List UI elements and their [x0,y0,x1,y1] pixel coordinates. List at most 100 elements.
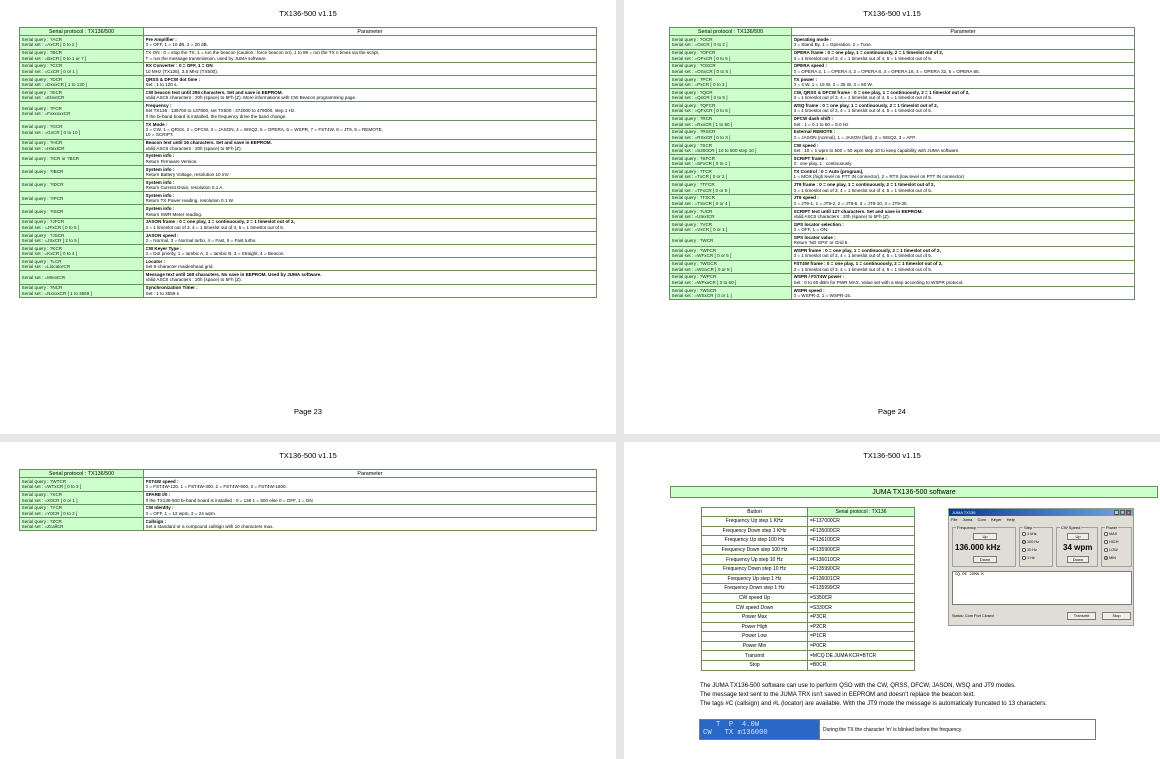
parameter-description: Set : 1 to 3559 s [145,290,179,296]
menu-juma[interactable]: Juma [963,517,973,522]
serial-command-line: Serial set : =BxCR [ 0 to 1 or 7 ] [21,55,87,61]
serial-command-cell: Serial query : ?QCR Serial set : =QxCR [ … [669,88,792,103]
power-group: Power MAX HIGH LOW MIN [1101,525,1132,567]
parameter-cell: System info : Return SWR Meter reading. [143,204,597,219]
parameter-description: Valid ASCII characters : 20h (space) to … [145,95,357,101]
table-row: Serial query : ?LCR Serial set : =Llocato… [19,257,597,272]
menu-help[interactable]: Help [1007,517,1015,522]
serial-command-line: Serial set : =MtextCR [21,274,66,280]
parameter-description: T = run the message transmission, used b… [145,55,267,61]
lcd-display: T P 4.0W CW TX m136000 [700,720,820,739]
parameter-cell: GPS locator selection :0 = OFF, 1 = ON. [791,219,1135,235]
table-row: Serial query : ?FCR Serial set : =Fxxxxxx… [19,101,597,121]
parameter-description: 0 : one play, 1 : continuously. [793,161,853,167]
table-row: Serial query : ?OCR Serial set : =OxCR [ … [669,35,1135,50]
table-row: Serial query : ?SFCR Serial set : =SFxCR … [669,154,1135,169]
serial-command-cell: =MCQ DE JUMA KCR=BTCR [807,650,915,661]
cw-speed-up-button[interactable]: Up [1067,533,1089,540]
step-100hz-radio[interactable]: 100 Hz [1022,540,1039,545]
table-row: Frequency Down step 1 KHz =F135000CR [701,525,915,537]
serial-command-cell: =F135999CR [807,583,915,594]
button-name-cell: Frequency Up step 100 Hz [701,535,808,546]
serial-command-cell: =P3CR [807,611,915,623]
serial-command-cell: Serial query : ?WGCR Serial set : =WGxCR … [669,259,792,274]
parameter-cell: GPS locator value : Return 'NO GPS' or Gr… [791,233,1135,248]
parameter-cell: Operating mode :0 = Stand By, 1 = Operat… [791,35,1135,50]
menu-file[interactable]: File [951,517,957,522]
page-header: TX136-500 v1.15 [279,9,337,18]
parameter-cell: SCRIPT text until 127 characters. Set an… [791,206,1135,222]
table-row: Serial query : ?OFCR Serial set : =OFxCR … [669,48,1135,63]
stop-button[interactable]: Stop [1102,612,1131,620]
serial-command-cell: Serial query : ?NCR Serial set : =NxxxxCR… [19,283,144,298]
serial-command-cell: Serial query : ?TCR Serial set : =TxCR [ … [669,167,792,182]
parameter-cell: Callsign : Set a standard or a compound c… [143,516,597,532]
serial-command-line: Serial query : ?IDCR [21,182,64,188]
step-1hz-radio[interactable]: 1 Hz [1022,556,1035,561]
serial-command-line: Serial set : =KxCR [ 0 to 4 ] [21,251,78,257]
page-24: TX136-500 v1.15 Serial protocol : TX136/… [624,0,1160,434]
serial-command-cell: Serial query : ?BCR Serial set : =BxCR [ … [19,48,144,63]
cw-speed-down-button[interactable]: Down [1067,556,1089,563]
power-min-radio[interactable]: MIN [1104,556,1116,561]
serial-command-line: Serial query : ?ICR or ?BCR [21,156,80,162]
serial-command-cell: Serial query : ?OCR Serial set : =OxCR [ … [669,35,792,50]
power-high-radio[interactable]: HIGH [1104,540,1119,545]
serial-command-cell: Serial query : ?PCR Serial set : =PxCR [ … [669,74,792,90]
serial-command-cell: Serial query : ?DCR Serial set : =DxxxCR … [19,74,144,90]
table-row: CW speed Down =S330CR [701,602,915,613]
parameter-description: Set : 1 = 0.1 to 50 = 5.0 Hz [793,121,849,127]
window-titlebar: JUMA TX136 _ □ × [949,509,1133,516]
serial-command-cell: Serial query : ?TSCR Serial set : =TSxCR … [669,193,792,208]
serial-command-line: Serial set : =TxCR [ 0 or 2 ] [671,174,728,180]
cw-speed-value: 34 wpm [1063,543,1093,552]
table-row: Serial query : ?WPCR Serial set : =WPxxCR… [669,272,1135,287]
close-icon[interactable]: × [1126,510,1131,515]
parameter-cell: CW Identity :0 = OFF, 1 = 12 wpm, 2 = 24… [143,503,597,518]
menu-keyer[interactable]: Keyer [991,517,1001,522]
parameter-cell: WSQ frame : 0 = one play, 1 = continuous… [791,101,1135,116]
parameter-description: 0 = WSPR-2, 1 = WSPR-15. [793,293,852,299]
step-10hz-radio[interactable]: 10 Hz [1022,548,1037,553]
serial-command-line: Serial set : =UtextCR [671,213,715,219]
serial-command-cell: =P2CR [807,621,915,633]
table-row: Serial query : ?WTCR Serial set : =WTxCR … [19,477,597,492]
serial-command-line: Serial query : ?WCR [671,237,714,243]
transmit-button[interactable]: Transmit [1067,612,1096,620]
step-1khz-radio[interactable]: 1 kHz [1022,532,1037,537]
serial-command-cell: =F135900CR [807,544,915,556]
column-header-serial: Serial protocol : TX136/500 [669,26,792,37]
serial-command-cell: =F137000CR [807,516,915,527]
menu-com[interactable]: Com [977,517,985,522]
serial-command-line: Serial set : =PxCR [ 0 to 3 ] [671,82,728,88]
page-25: TX136-500 v1.15 Serial protocol : TX136/… [0,442,616,759]
parameter-cell: CW, QRSS & DFCW frame : 0 = one play, 1 … [791,88,1135,103]
parameter-cell: OPERA speed :0 = OPERA 2, 1 = OPERA 4, 2… [791,61,1135,76]
serial-command-line: Serial set : =GxCR [ 0 to 10 ] [21,129,81,135]
serial-command-line: Serial set : =AxCR [ 0 to 2 ] [21,42,78,48]
parameter-cell: CW Keyer Type :0 = Dot priority, 1 = Iam… [143,243,597,259]
table-row: Serial query : ?NCR Serial set : =NxxxxCR… [19,283,597,298]
power-low-radio[interactable]: LOW [1104,548,1118,553]
minimize-icon[interactable]: _ [1114,510,1119,515]
table-row: Frequency Up step 10 Hz =F136010CR [701,554,915,565]
serial-command-line: Serial query : ?ISCR [21,208,64,214]
parameter-description: 0 = JT9-1, 1 = JT9-2, 2 = JT9-5, 3 = JT9… [793,200,908,206]
serial-command-cell: =P0CR [807,640,915,652]
frequency-down-button[interactable]: Down [973,556,997,563]
table-row: Serial query : ?YCR Serial set : =Y0CR [ … [19,503,597,518]
parameter-cell: DFCW dash shift : Set : 1 = 0.1 to 50 = 5… [791,114,1135,129]
frequency-up-button[interactable]: Up [973,533,997,540]
page-number: Page 24 [878,407,906,416]
page-23: TX136-500 v1.15 Serial protocol : TX136/… [0,0,616,434]
table-row: Serial query : ?TSCR Serial set : =TSxCR … [669,193,1135,208]
parameter-description: 3 = 1 timeslot out of 3, 4 = 1 timeslot … [793,95,933,101]
serial-command-cell: Serial set : =MtextCR [19,270,144,285]
maximize-icon[interactable]: □ [1120,510,1125,515]
power-max-radio[interactable]: MAX [1104,532,1117,537]
message-textarea[interactable]: CQ DE JUMA K [952,571,1132,605]
button-name-cell: CW speed Up [701,592,808,604]
parameter-description: 3 = 1 timeslot out of 3, 4 = 1 timeslot … [793,55,933,61]
serial-command-line: Serial set : =HtextCR [21,145,65,151]
parameter-cell: CW beacon text until 255 characters. Set… [143,88,597,103]
